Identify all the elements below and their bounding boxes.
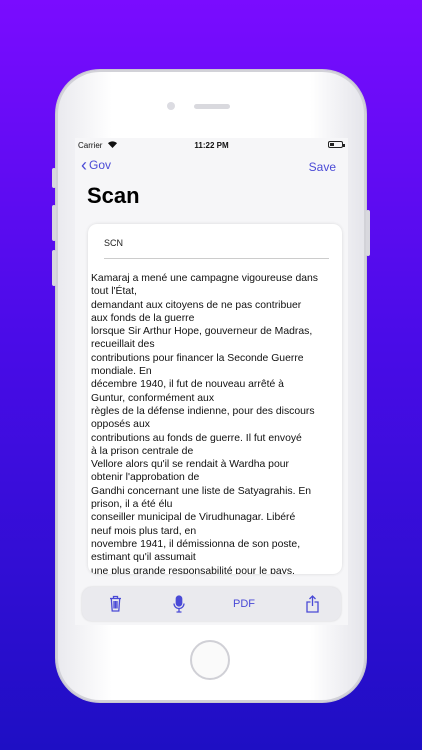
front-camera	[167, 102, 175, 110]
earpiece-speaker	[194, 104, 230, 109]
text-line: mondiale. En	[91, 366, 152, 378]
page-title: Scan	[87, 183, 140, 208]
save-button[interactable]: Save	[309, 160, 336, 174]
pdf-button[interactable]: PDF	[233, 598, 255, 610]
text-line: estimant qu'il assumait	[91, 552, 196, 564]
text-line: tout l'État,	[91, 286, 137, 298]
text-line: aux fonds de la guerre	[91, 312, 195, 324]
text-line: demandant aux citoyens de ne pas contrib…	[91, 299, 302, 311]
text-line: obtenir l'approbation de	[91, 472, 200, 484]
text-line: recueillait des	[91, 339, 155, 351]
text-line: Vellore alors qu'il se rendait à Wardha …	[91, 459, 289, 471]
volume-up-button	[52, 205, 56, 241]
battery-icon	[328, 141, 345, 148]
text-line: décembre 1940, il fut de nouveau arrêté …	[91, 379, 284, 391]
document-name-field[interactable]: SCN	[104, 238, 329, 259]
back-label: Gov	[89, 158, 112, 172]
text-line: contributions pour financer la Seconde G…	[91, 352, 304, 364]
bottom-toolbar: PDF	[82, 587, 341, 621]
document-card: SCN Kamaraj a mené une campagne vigoureu…	[88, 224, 342, 574]
text-line: Gandhi concernant une liste de Satyagrah…	[91, 485, 312, 497]
text-line: neuf mois plus tard, en	[91, 525, 197, 537]
text-line: conseiller municipal de Virudhunagar. Li…	[91, 512, 296, 524]
text-line: une plus grande responsabilité pour le p…	[91, 565, 295, 574]
trash-icon[interactable]	[109, 595, 122, 617]
text-line: novembre 1941, il démissionna de son pos…	[91, 538, 301, 550]
back-button[interactable]: ‹ Gov	[81, 155, 112, 175]
share-icon[interactable]	[306, 595, 319, 618]
text-line: Guntur, conformément aux	[91, 392, 215, 404]
document-text-area[interactable]: Kamaraj a mené une campagne vigoureuse d…	[91, 272, 339, 574]
power-button	[366, 210, 370, 256]
text-line: à la prison centrale de	[91, 445, 194, 457]
status-bar: Carrier 11:22 PM	[75, 138, 348, 152]
home-button[interactable]	[190, 640, 230, 680]
text-line: contributions au fonds de guerre. Il fut…	[91, 432, 302, 444]
text-line: opposés aux	[91, 419, 150, 431]
text-line: prison, il a été élu	[91, 499, 173, 511]
app-screen: Carrier 11:22 PM ‹ Gov Save Scan SCN Kam…	[75, 138, 348, 625]
chevron-left-icon: ‹	[81, 155, 87, 175]
microphone-icon[interactable]	[173, 595, 185, 618]
text-line: Kamaraj a mené une campagne vigoureuse d…	[91, 273, 319, 284]
volume-down-button	[52, 250, 56, 286]
text-line: lorsque Sir Arthur Hope, gouverneur de M…	[91, 326, 313, 338]
status-time: 11:22 PM	[194, 141, 229, 150]
text-line: règles de la défense indienne, pour des …	[91, 405, 315, 417]
mute-switch	[52, 168, 56, 188]
